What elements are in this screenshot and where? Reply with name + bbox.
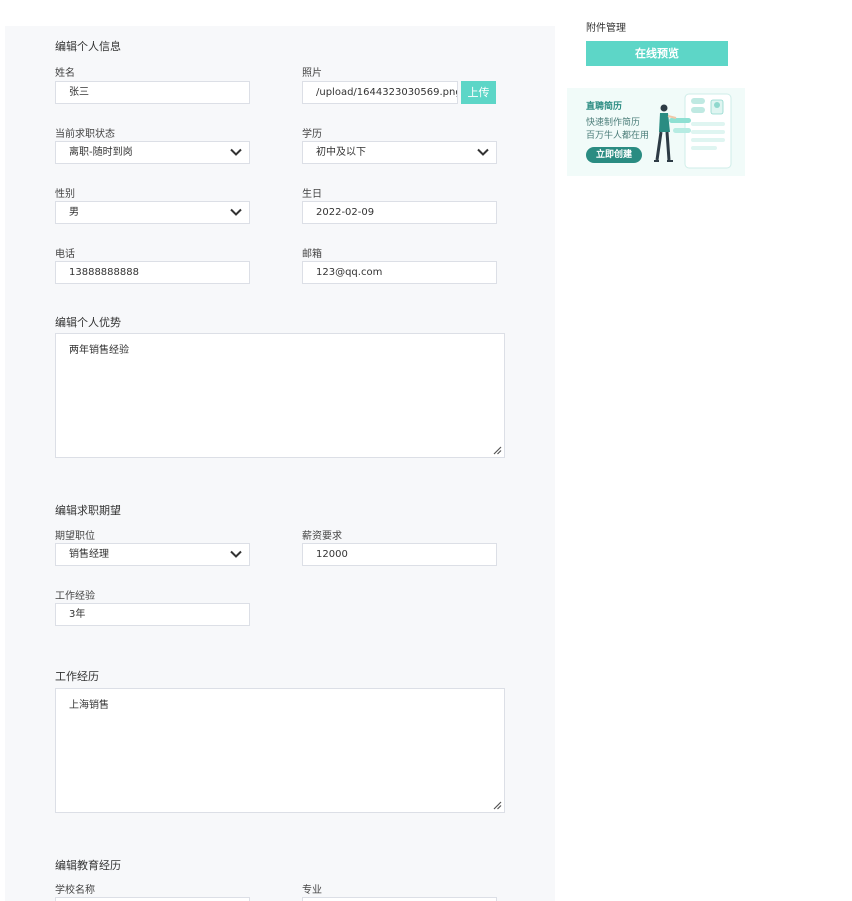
education-level-select[interactable]: 初中及以下 [302, 141, 497, 164]
resize-handle-icon[interactable] [493, 801, 502, 810]
promo-line-2: 百万牛人都在用 [586, 131, 650, 141]
promo-line-1: 快速制作简历 [586, 118, 641, 128]
work-history-title: 工作经历 [55, 670, 99, 683]
expectation-title: 编辑求职期望 [55, 504, 121, 517]
phone-input[interactable]: 13888888888 [55, 261, 250, 284]
photo-label: 照片 [302, 68, 322, 79]
advantage-text: 两年销售经验 [69, 345, 129, 356]
form-top-bar [5, 6, 555, 26]
status-selected-value: 离职-随时到岗 [69, 147, 133, 158]
page: 编辑个人信息 姓名 张三 照片 /upload/1644323030569.pn… [0, 0, 852, 901]
birthday-input[interactable]: 2022-02-09 [302, 201, 497, 224]
upload-button[interactable]: 上传 [461, 81, 496, 104]
email-label: 邮箱 [302, 249, 322, 260]
gender-select[interactable]: 男 [55, 201, 250, 224]
major-label: 专业 [302, 885, 322, 896]
school-label: 学校名称 [55, 885, 95, 896]
education-level-label: 学历 [302, 129, 322, 140]
photo-path-input[interactable]: /upload/1644323030569.png [302, 81, 458, 104]
chevron-down-icon [230, 207, 242, 217]
chevron-down-icon [230, 549, 242, 559]
name-label: 姓名 [55, 68, 75, 79]
experience-label: 工作经验 [55, 591, 95, 602]
chevron-down-icon [230, 147, 242, 157]
personal-info-title: 编辑个人信息 [55, 40, 121, 53]
advantage-textarea[interactable]: 两年销售经验 [55, 333, 505, 458]
salary-label: 薪资要求 [302, 531, 342, 542]
resume-promo-banner[interactable]: 直聘简历 快速制作简历 百万牛人都在用 立即创建 [567, 88, 745, 176]
birthday-label: 生日 [302, 189, 322, 200]
status-label: 当前求职状态 [55, 129, 115, 140]
create-now-button[interactable]: 立即创建 [586, 147, 642, 163]
experience-input[interactable]: 3年 [55, 603, 250, 626]
chevron-down-icon [477, 147, 489, 157]
status-select[interactable]: 离职-随时到岗 [55, 141, 250, 164]
phone-label: 电话 [55, 249, 75, 260]
salary-input[interactable]: 12000 [302, 543, 497, 566]
resume-illustration-icon [654, 93, 732, 169]
education-level-selected-value: 初中及以下 [316, 147, 366, 158]
promo-title: 直聘简历 [586, 102, 623, 112]
online-preview-button[interactable]: 在线预览 [586, 41, 728, 66]
name-input[interactable]: 张三 [55, 81, 250, 104]
resize-handle-icon[interactable] [493, 446, 502, 455]
gender-label: 性别 [55, 189, 75, 200]
gender-selected-value: 男 [69, 207, 79, 218]
work-history-text: 上海销售 [69, 700, 109, 711]
advantage-title: 编辑个人优势 [55, 316, 121, 329]
school-input[interactable] [55, 897, 250, 901]
education-history-title: 编辑教育经历 [55, 859, 121, 872]
position-label: 期望职位 [55, 531, 95, 542]
email-input[interactable]: 123@qq.com [302, 261, 497, 284]
position-selected-value: 销售经理 [69, 549, 109, 560]
attachment-title: 附件管理 [586, 23, 626, 34]
position-select[interactable]: 销售经理 [55, 543, 250, 566]
major-input[interactable] [302, 897, 497, 901]
attachment-card: 附件管理 在线预览 [567, 6, 745, 78]
work-history-textarea[interactable]: 上海销售 [55, 688, 505, 813]
